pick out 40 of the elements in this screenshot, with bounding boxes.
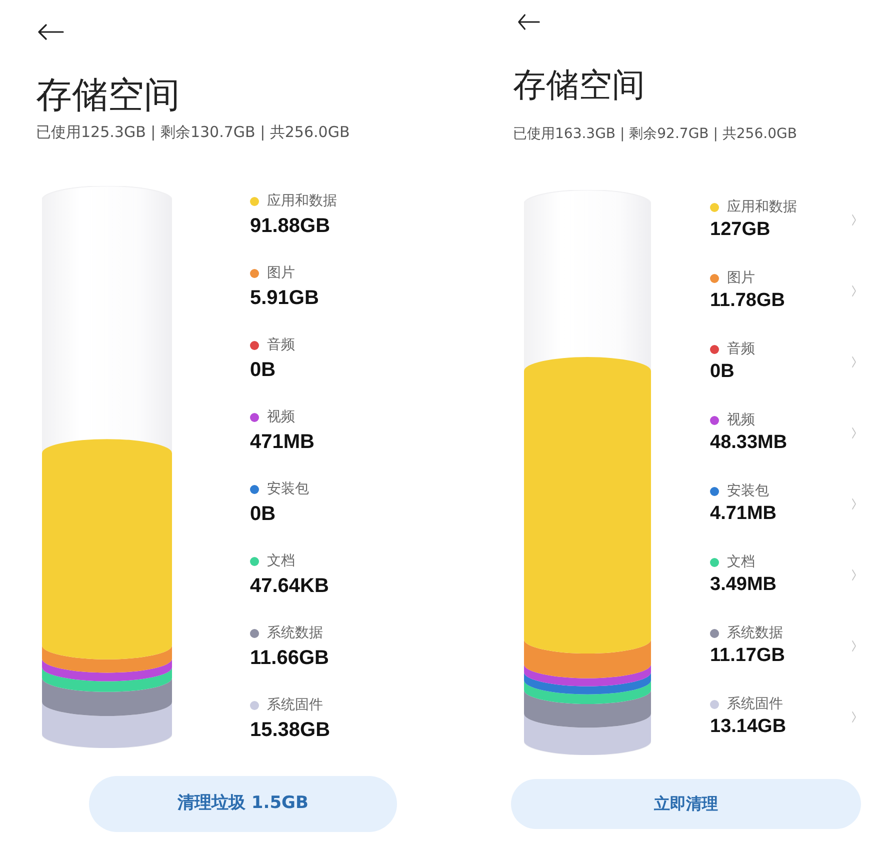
- back-arrow-icon[interactable]: [518, 14, 540, 30]
- category-size: 3.49MB: [710, 574, 777, 596]
- category-label: 系统固件: [267, 696, 323, 714]
- category-label: 安装包: [267, 480, 309, 498]
- category-label: 图片: [727, 269, 755, 287]
- category-size: 4.71MB: [710, 503, 777, 525]
- storage-summary: 已使用125.3GB | 剩余130.7GB | 共256.0GB: [36, 123, 350, 141]
- category-size: 47.64KB: [250, 574, 329, 598]
- category-label: 应用和数据: [267, 192, 337, 210]
- category-label: 视频: [267, 408, 295, 426]
- category-size: 471MB: [250, 430, 314, 454]
- category-label: 系统数据: [727, 624, 783, 642]
- category-size: 15.38GB: [250, 718, 330, 742]
- category-label: 安装包: [727, 482, 769, 500]
- category-label: 文档: [267, 552, 295, 570]
- category-size: 11.78GB: [710, 290, 785, 312]
- back-arrow-icon[interactable]: [38, 24, 64, 40]
- page-title: 存储空间: [36, 78, 180, 114]
- page-title: 存储空间: [513, 68, 645, 102]
- category-size: 13.14GB: [710, 716, 786, 738]
- category-size: 48.33MB: [710, 432, 788, 454]
- category-label: 系统数据: [267, 624, 323, 642]
- category-label: 音频: [267, 336, 295, 354]
- category-label: 视频: [727, 411, 755, 429]
- category-size: 127GB: [710, 219, 772, 241]
- category-label: 图片: [267, 264, 295, 282]
- category-size: 11.66GB: [250, 646, 329, 670]
- clean-button[interactable]: 清理垃圾 1.5GB: [89, 776, 397, 832]
- category-size: 11.17GB: [710, 645, 785, 667]
- category-size: 5.91GB: [250, 286, 319, 310]
- category-label: 文档: [727, 553, 755, 571]
- category-label: 应用和数据: [727, 198, 797, 216]
- category-size: 0B: [250, 358, 277, 382]
- storage-summary: 已使用163.3GB | 剩余92.7GB | 共256.0GB: [513, 126, 797, 143]
- category-size: 0B: [250, 502, 277, 526]
- category-label: 音频: [727, 340, 755, 358]
- category-label: 系统固件: [727, 695, 783, 713]
- category-size: 91.88GB: [250, 214, 332, 238]
- clean-button[interactable]: 立即清理: [511, 779, 861, 829]
- category-size: 0B: [710, 361, 736, 383]
